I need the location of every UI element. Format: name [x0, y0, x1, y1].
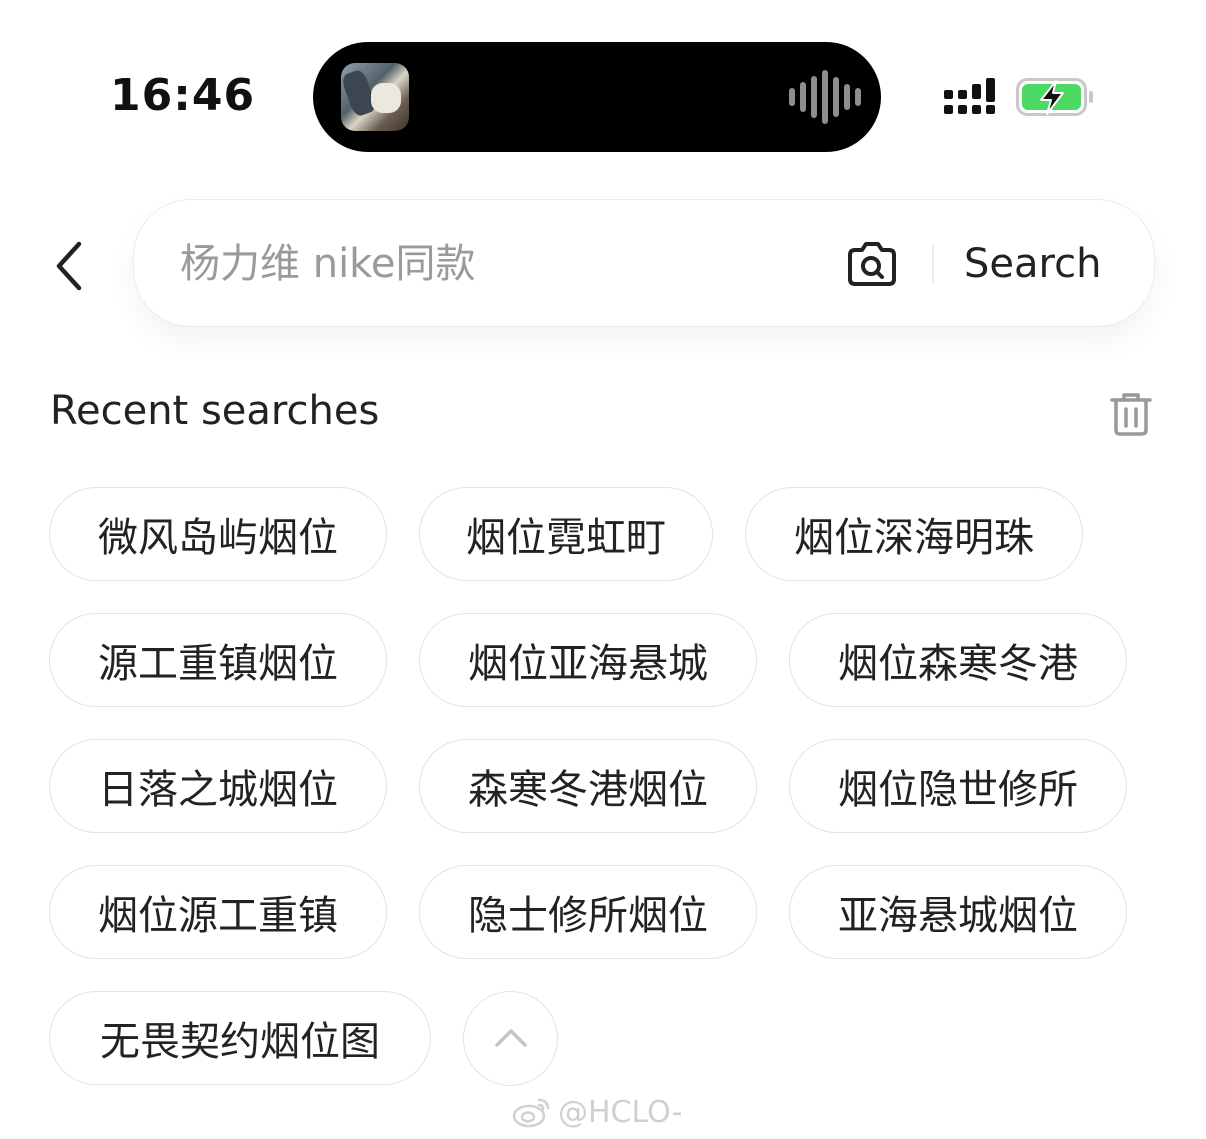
recent-search-chip[interactable]: 森寒冬港烟位	[419, 739, 757, 833]
signal-icon	[944, 78, 995, 114]
recent-search-chip[interactable]: 源工重镇烟位	[49, 613, 387, 707]
search-divider	[932, 244, 934, 284]
recent-search-chip[interactable]: 烟位森寒冬港	[789, 613, 1127, 707]
recent-searches-title: Recent searches	[50, 388, 380, 434]
media-thumbnail	[341, 63, 409, 131]
recent-search-chip[interactable]: 微风岛屿烟位	[49, 487, 387, 581]
recent-search-chip[interactable]: 烟位深海明珠	[745, 487, 1083, 581]
dynamic-island[interactable]	[313, 42, 881, 152]
recent-search-chip[interactable]: 烟位源工重镇	[49, 865, 387, 959]
recent-search-chip[interactable]: 无畏契约烟位图	[49, 991, 431, 1085]
search-bar: Search	[133, 199, 1155, 327]
watermark-text: @HCLO-	[558, 1094, 683, 1130]
recent-search-chip[interactable]: 烟位亚海悬城	[419, 613, 757, 707]
audio-waveform-icon	[789, 70, 861, 124]
search-input[interactable]	[178, 230, 822, 298]
chevron-up-icon	[495, 1029, 527, 1047]
weibo-icon	[512, 1098, 550, 1128]
trash-icon[interactable]	[1110, 392, 1152, 436]
recent-search-chip[interactable]: 日落之城烟位	[49, 739, 387, 833]
recent-search-chip[interactable]: 烟位隐世修所	[789, 739, 1127, 833]
back-arrow-icon[interactable]	[52, 238, 92, 294]
watermark: @HCLO-	[512, 1092, 682, 1132]
collapse-button[interactable]	[463, 991, 558, 1086]
battery-charging-icon	[1016, 78, 1093, 116]
status-time: 16:46	[110, 70, 256, 121]
search-button[interactable]: Search	[964, 234, 1101, 294]
recent-search-chip[interactable]: 烟位霓虹町	[419, 487, 713, 581]
recent-search-chip[interactable]: 隐士修所烟位	[419, 865, 757, 959]
camera-icon[interactable]	[846, 239, 898, 289]
recent-search-chip[interactable]: 亚海悬城烟位	[789, 865, 1127, 959]
